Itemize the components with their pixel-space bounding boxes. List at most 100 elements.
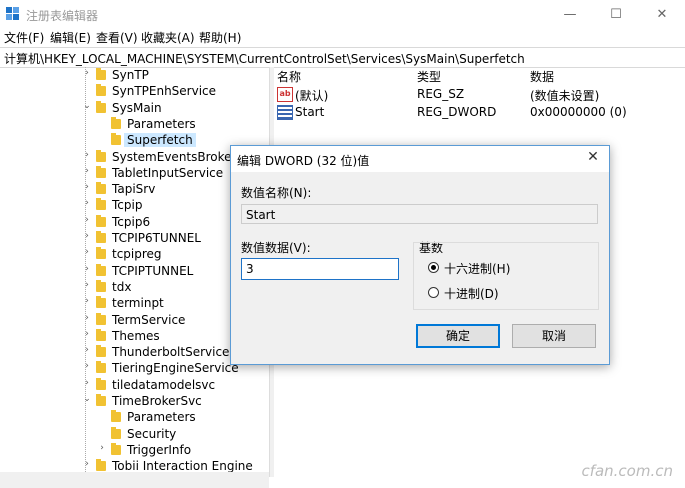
tree-node-label[interactable]: Tcpip <box>112 198 142 212</box>
expand-arrow-icon[interactable]: › <box>82 264 92 274</box>
menu-view[interactable]: 查看(V) <box>96 29 138 46</box>
expand-arrow-icon[interactable]: › <box>82 166 92 176</box>
expand-arrow-icon[interactable]: › <box>82 296 92 306</box>
tree-node-label[interactable]: Security <box>127 427 176 441</box>
hex-radio-label[interactable]: 十六进制(H) <box>444 260 510 277</box>
tree-node[interactable]: › Tobii Interaction Engine <box>0 458 269 472</box>
expand-arrow-icon[interactable]: › <box>82 345 92 355</box>
tree-node-label[interactable]: SystemEventsBroker <box>112 150 236 164</box>
tree-node[interactable]: › Tcpip <box>0 197 269 213</box>
tree-node[interactable]: › TabletInputService <box>0 165 269 181</box>
value-row[interactable]: Start REG_DWORD 0x00000000 (0) <box>275 104 675 122</box>
column-data-header[interactable]: 数据 <box>530 68 554 85</box>
tree-node[interactable]: Parameters <box>0 116 269 132</box>
decimal-radio[interactable] <box>428 287 439 298</box>
column-name-header[interactable]: 名称 <box>277 68 301 85</box>
tree-node-label[interactable]: Tobii Interaction Engine <box>112 459 253 472</box>
tree-node-label[interactable]: TriggerInfo <box>127 443 191 457</box>
tree-horizontal-scrollbar[interactable] <box>0 472 269 488</box>
tree-node[interactable]: › Tcpip6 <box>0 214 269 230</box>
column-type-header[interactable]: 类型 <box>417 68 441 85</box>
tree-node[interactable]: Superfetch <box>0 132 269 148</box>
tree-node[interactable]: SynTPEnhService <box>0 83 269 99</box>
expand-arrow-icon[interactable]: › <box>82 459 92 469</box>
tree-node[interactable]: › TermService <box>0 312 269 328</box>
expand-arrow-icon[interactable]: ⌄ <box>82 101 92 111</box>
decimal-radio-label[interactable]: 十进制(D) <box>444 285 499 302</box>
menu-favorites[interactable]: 收藏夹(A) <box>141 29 195 46</box>
expand-arrow-icon[interactable]: › <box>82 280 92 290</box>
tree-node[interactable]: › tiledatamodelsvc <box>0 377 269 393</box>
tree-node[interactable]: › SynTP <box>0 67 269 83</box>
close-button[interactable]: ✕ <box>639 0 685 29</box>
tree-node[interactable]: Parameters <box>0 409 269 425</box>
folder-icon <box>96 214 106 227</box>
expand-arrow-icon[interactable]: › <box>82 182 92 192</box>
expand-arrow-icon[interactable]: › <box>82 329 92 339</box>
tree-node[interactable]: › tdx <box>0 279 269 295</box>
cancel-button[interactable]: 取消 <box>512 324 596 348</box>
tree-node[interactable]: ⌄ SysMain <box>0 100 269 116</box>
tree-node-label[interactable]: TieringEngineService <box>112 361 239 375</box>
tree-node[interactable]: › TCPIPTUNNEL <box>0 263 269 279</box>
tree-node-label[interactable]: Parameters <box>127 410 196 424</box>
tree-node-label[interactable]: Superfetch <box>124 133 196 148</box>
ok-button[interactable]: 确定 <box>416 324 500 348</box>
tree-node[interactable]: › TapiSrv <box>0 181 269 197</box>
expand-arrow-icon[interactable]: › <box>97 443 107 453</box>
tree-node-label[interactable]: terminpt <box>112 296 164 310</box>
hex-radio[interactable] <box>428 262 439 273</box>
expand-arrow-icon[interactable]: › <box>82 247 92 257</box>
tree-node[interactable]: › TriggerInfo <box>0 442 269 458</box>
expand-arrow-icon[interactable]: › <box>82 150 92 160</box>
expand-arrow-icon[interactable]: › <box>82 215 92 225</box>
tree-node[interactable]: › TCPIP6TUNNEL <box>0 230 269 246</box>
maximize-button[interactable]: ☐ <box>593 0 639 29</box>
folder-icon <box>111 426 121 439</box>
value-row[interactable]: ab (默认) REG_SZ (数值未设置) <box>275 86 675 104</box>
expand-arrow-icon[interactable]: › <box>82 313 92 323</box>
expand-arrow-icon[interactable]: › <box>82 198 92 208</box>
tree-node-label[interactable]: TimeBrokerSvc <box>112 394 202 408</box>
tree-node[interactable]: › ThunderboltService <box>0 344 269 360</box>
tree-node-label[interactable]: TapiSrv <box>112 182 155 196</box>
expand-arrow-icon[interactable]: ⌄ <box>82 394 92 404</box>
tree-node-label[interactable]: tiledatamodelsvc <box>112 378 215 392</box>
expand-arrow-icon[interactable]: › <box>82 361 92 371</box>
tree-node[interactable]: ⌄ TimeBrokerSvc <box>0 393 269 409</box>
registry-tree: › SynTP SynTPEnhService ⌄ SysMain Parameters S… <box>0 67 269 472</box>
tree-node-label[interactable]: TermService <box>112 313 185 327</box>
tree-node[interactable]: Security <box>0 426 269 442</box>
expand-arrow-icon[interactable]: › <box>82 378 92 388</box>
tree-node-label[interactable]: tcpipreg <box>112 247 162 261</box>
dialog-close-icon[interactable]: ✕ <box>583 149 603 165</box>
tree-node[interactable]: › SystemEventsBroker <box>0 149 269 165</box>
menu-file[interactable]: 文件(F) <box>4 29 44 46</box>
tree-node[interactable]: › tcpipreg <box>0 246 269 262</box>
address-bar[interactable]: 计算机\HKEY_LOCAL_MACHINE\SYSTEM\CurrentCon… <box>0 47 685 68</box>
tree-node[interactable]: › terminpt <box>0 295 269 311</box>
tree-node-label[interactable]: SysMain <box>112 101 162 115</box>
tree-node-label[interactable]: tdx <box>112 280 131 294</box>
menu-bar: 文件(F) 编辑(E) 查看(V) 收藏夹(A) 帮助(H) <box>0 29 685 47</box>
tree-node-label[interactable]: TCPIP6TUNNEL <box>112 231 201 245</box>
minimize-button[interactable]: — <box>547 0 593 29</box>
tree-node[interactable]: › TieringEngineService <box>0 360 269 376</box>
folder-icon <box>96 279 106 292</box>
address-path[interactable]: 计算机\HKEY_LOCAL_MACHINE\SYSTEM\CurrentCon… <box>4 50 525 67</box>
tree-node-label[interactable]: SynTPEnhService <box>112 84 216 98</box>
tree-node-label[interactable]: SynTP <box>112 68 149 82</box>
tree-node-label[interactable]: Tcpip6 <box>112 215 150 229</box>
tree-node-label[interactable]: TabletInputService <box>112 166 223 180</box>
tree-node-label[interactable]: Themes <box>112 329 160 343</box>
tree-node-label[interactable]: ThunderboltService <box>112 345 229 359</box>
tree-node[interactable]: › Themes <box>0 328 269 344</box>
value-name-field[interactable]: Start <box>241 204 598 224</box>
tree-node-label[interactable]: TCPIPTUNNEL <box>112 264 193 278</box>
expand-arrow-icon[interactable]: › <box>82 231 92 241</box>
menu-edit[interactable]: 编辑(E) <box>50 29 91 46</box>
tree-node-label[interactable]: Parameters <box>127 117 196 131</box>
value-data-input[interactable]: 3 <box>241 258 399 280</box>
menu-help[interactable]: 帮助(H) <box>199 29 241 46</box>
expand-arrow-icon[interactable]: › <box>82 68 92 78</box>
